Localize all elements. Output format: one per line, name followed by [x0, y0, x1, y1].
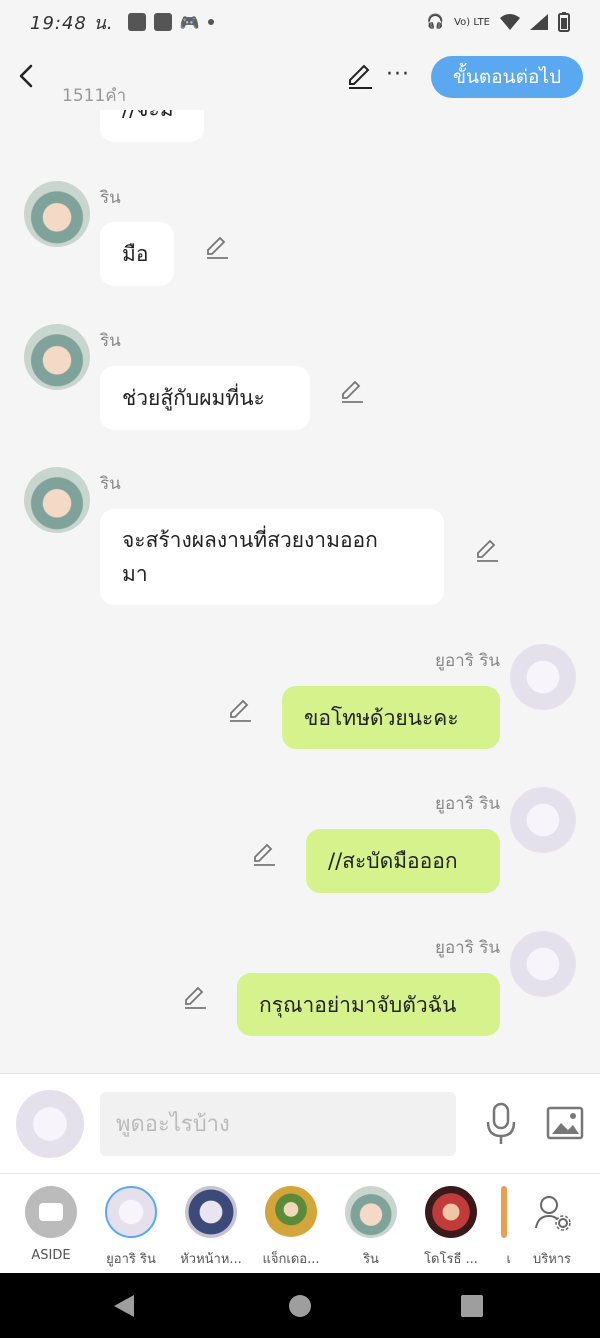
character-yuari-rin[interactable]: ยูอาริ ริน — [91, 1184, 171, 1269]
avatar-rin[interactable] — [24, 467, 90, 533]
manage-characters-button[interactable]: บริหาร — [512, 1184, 592, 1269]
back-button[interactable] — [14, 60, 38, 92]
sender-name: ริน — [100, 474, 121, 494]
battery-icon — [558, 12, 570, 32]
avatar-rin[interactable] — [24, 324, 90, 390]
nav-back-button[interactable] — [114, 1295, 134, 1317]
message-input-bar — [0, 1073, 600, 1173]
next-step-button[interactable]: ขั้นตอนต่อไป — [431, 56, 583, 98]
status-time: 19:48 น. — [30, 12, 114, 34]
message-text: //จะม — [122, 110, 174, 126]
character-label: ริน — [363, 1252, 379, 1267]
current-speaker-avatar[interactable] — [16, 1090, 84, 1158]
message-text: ช่วยสู้กับผมที่นะ — [122, 386, 265, 410]
character-label: ASIDE — [31, 1248, 71, 1263]
character-avatar — [501, 1186, 507, 1238]
character-label: ยูอาริ ริน — [106, 1252, 156, 1267]
message-bubble[interactable]: ช่วยสู้กับผมที่นะ — [100, 366, 310, 430]
character-partial[interactable]: เ — [471, 1184, 511, 1269]
aside-icon — [25, 1186, 77, 1238]
edit-message-icon[interactable] — [227, 697, 253, 723]
edit-button[interactable] — [346, 62, 374, 90]
character-avatar — [265, 1186, 317, 1238]
avatar-yuari-rin[interactable] — [510, 931, 576, 997]
character-label: บริหาร — [532, 1252, 572, 1267]
character-avatar — [425, 1186, 477, 1238]
sender-name: ยูอาริ ริน — [434, 938, 500, 958]
headphones-icon: 🎧 — [426, 14, 445, 30]
status-bar: 19:48 น. 🎮 🎧 Vo) LTE — [0, 0, 600, 44]
character-label: เ — [506, 1252, 511, 1267]
character-jack[interactable]: แจ็กเดอ... — [251, 1184, 331, 1269]
sender-name: ยูอาริ ริน — [434, 651, 500, 671]
character-avatar — [345, 1186, 397, 1238]
microphone-icon[interactable] — [484, 1102, 518, 1146]
message-text-line: มา — [122, 562, 148, 586]
sender-name: ริน — [100, 188, 121, 208]
character-rin[interactable]: ริน — [331, 1184, 411, 1269]
top-bar: 1511คำ ··· ขั้นตอนต่อไป — [0, 44, 600, 110]
system-icons: 🎧 Vo) LTE — [427, 12, 570, 32]
message-text: ขอโทษด้วยนะคะ — [304, 705, 459, 730]
image-icon[interactable] — [546, 1104, 584, 1142]
user-settings-icon — [526, 1186, 578, 1238]
volte-icon: Vo) LTE — [454, 16, 490, 28]
edit-message-icon[interactable] — [339, 378, 365, 404]
edit-message-icon[interactable] — [474, 537, 500, 563]
character-selector: ASIDE ยูอาริ ริน หัวหน้าห... แจ็กเดอ... … — [0, 1173, 600, 1273]
edit-message-icon[interactable] — [251, 841, 277, 867]
sender-name: ยูอาริ ริน — [434, 794, 500, 814]
app-notification-icon — [153, 13, 172, 31]
character-label: หัวหน้าห... — [180, 1252, 242, 1267]
edit-message-icon[interactable] — [182, 984, 208, 1010]
sender-name: ริน — [100, 331, 121, 351]
pencil-icon — [349, 64, 372, 89]
character-avatar — [105, 1186, 157, 1238]
character-aside[interactable]: ASIDE — [11, 1184, 91, 1263]
nav-recents-button[interactable] — [461, 1295, 483, 1317]
avatar-rin[interactable] — [24, 181, 90, 247]
avatar-yuari-rin[interactable] — [510, 644, 576, 710]
message-bubble[interactable]: กรุณาอย่ามาจับตัวฉัน — [237, 973, 500, 1036]
app-notification-icon — [127, 13, 146, 31]
chevron-left-icon — [19, 64, 33, 88]
word-count: 1511คำ — [62, 86, 127, 106]
message-text-line: จะสร้างผลงานที่สวยงามออก — [122, 528, 378, 552]
chat-area[interactable]: //จะม ริน มือ ริน ช่วยสู้กับผมที่นะ ริน … — [0, 110, 600, 1073]
edit-message-icon[interactable] — [204, 234, 230, 260]
message-bubble[interactable]: //สะบัดมือออก — [306, 829, 500, 893]
nav-home-button[interactable] — [289, 1295, 311, 1317]
message-bubble[interactable]: จะสร้างผลงานที่สวยงามออก มา — [100, 509, 444, 605]
message-input[interactable] — [100, 1092, 456, 1156]
character-label: แจ็กเดอ... — [262, 1252, 320, 1267]
more-notifications-dot — [207, 19, 214, 25]
more-menu-button[interactable]: ··· — [386, 62, 410, 87]
avatar-yuari-rin[interactable] — [510, 787, 576, 853]
wifi-icon — [500, 14, 520, 30]
character-chief[interactable]: หัวหน้าห... — [171, 1184, 251, 1269]
message-text: กรุณาอย่ามาจับตัวฉัน — [259, 992, 457, 1017]
notification-icons: 🎮 — [127, 12, 214, 32]
signal-icon — [530, 14, 548, 30]
message-text: มือ — [122, 242, 149, 266]
character-avatar — [185, 1186, 237, 1238]
gamepad-icon: 🎮 — [179, 12, 200, 32]
message-bubble-partial[interactable]: //จะม — [100, 110, 204, 142]
message-text: //สะบัดมือออก — [328, 849, 458, 873]
message-bubble[interactable]: ขอโทษด้วยนะคะ — [282, 686, 500, 749]
android-nav-bar — [0, 1273, 600, 1338]
message-bubble[interactable]: มือ — [100, 222, 174, 286]
